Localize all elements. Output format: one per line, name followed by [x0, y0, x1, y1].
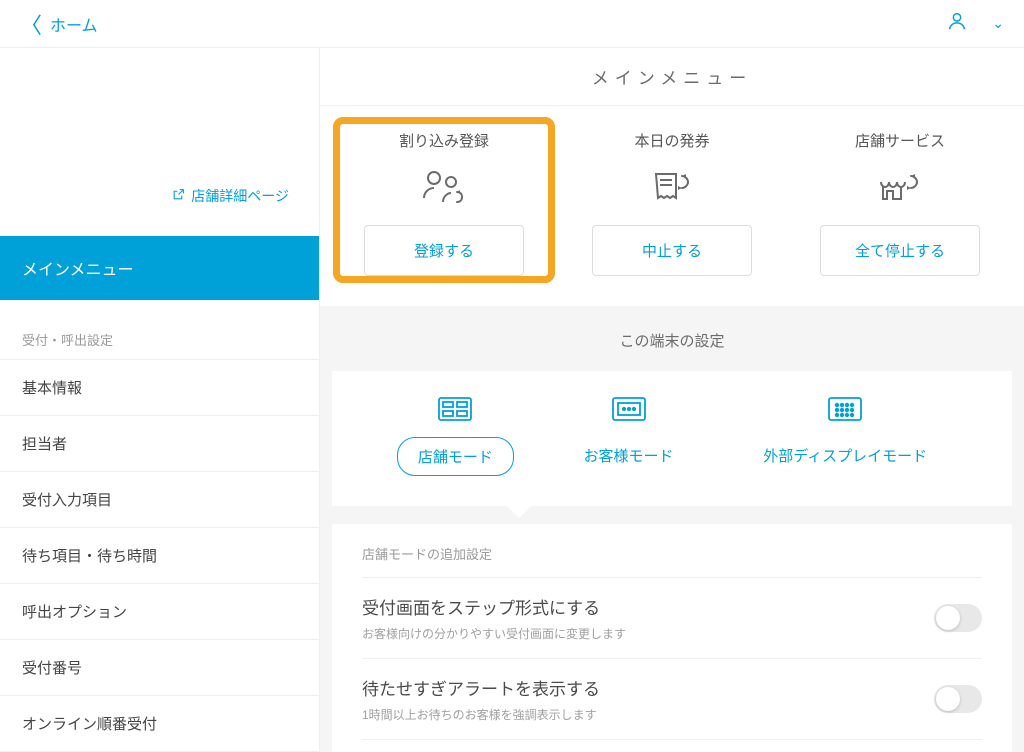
tab-indicator-arrow — [507, 506, 531, 518]
setting-row: 受付画面をステップ形式にする お客様向けの分かりやすい受付画面に変更します — [362, 577, 982, 658]
setting-desc: 1時間以上お待ちのお客様を強調表示します — [362, 706, 600, 723]
store-detail-link[interactable]: 店舗詳細ページ — [172, 186, 289, 206]
stop-all-button[interactable]: 全て停止する — [820, 225, 980, 276]
card-today-ticket: 本日の発券 中止する — [568, 124, 776, 276]
setting-title: 受付画面をステップ形式にする — [362, 594, 626, 619]
sidebar-active-item[interactable]: メインメニュー — [0, 236, 319, 300]
tab-label: 外部ディスプレイモード — [743, 437, 947, 474]
sidebar-item[interactable]: 担当者 — [0, 416, 319, 472]
tab-label: 店舗モード — [397, 437, 514, 476]
sidebar-item[interactable]: 受付番号 — [0, 640, 319, 696]
chevron-left-icon: 〈 — [20, 8, 42, 40]
action-card-row: 割り込み登録 登録する 本日の発券 — [320, 106, 1024, 306]
store-refresh-icon — [877, 161, 923, 215]
register-button[interactable]: 登録する — [364, 225, 524, 276]
customer-mode-icon — [612, 397, 646, 423]
setting-desc: お客様向けの分かりやすい受付画面に変更します — [362, 625, 626, 642]
sidebar: 店舗詳細ページ メインメニュー 受付・呼出設定 基本情報 担当者 受付入力項目 … — [0, 48, 320, 752]
sidebar-item[interactable]: 呼出オプション — [0, 584, 319, 640]
main-panel: メインメニュー 割り込み登録 登録する 本日の発券 — [320, 48, 1024, 752]
sidebar-item[interactable]: 待ち項目・待ち時間 — [0, 528, 319, 584]
chevron-down-icon[interactable]: ⌄ — [992, 15, 1004, 32]
tab-label: お客様モード — [564, 437, 694, 474]
card-store-service: 店舗サービス 全て停止する — [796, 124, 1004, 276]
stop-button[interactable]: 中止する — [592, 225, 752, 276]
external-display-icon — [828, 397, 862, 423]
back-button[interactable]: 〈 ホーム — [20, 8, 98, 40]
receipt-refresh-icon — [650, 161, 694, 215]
header-right: ⌄ — [946, 10, 1004, 37]
tab-external-display-mode[interactable]: 外部ディスプレイモード — [743, 397, 947, 476]
tab-customer-mode[interactable]: お客様モード — [564, 397, 694, 476]
device-settings-title: この端末の設定 — [320, 330, 1024, 371]
back-label: ホーム — [50, 12, 98, 36]
main-title: メインメニュー — [320, 48, 1024, 106]
card-title: 本日の発券 — [634, 130, 709, 151]
user-icon[interactable] — [946, 10, 968, 37]
store-mode-icon — [438, 397, 472, 423]
setting-title: 待たせすぎアラートを表示する — [362, 675, 600, 700]
store-mode-settings: 店舗モードの追加設定 受付画面をステップ形式にする お客様向けの分かりやすい受付… — [332, 524, 1012, 752]
app-header: 〈 ホーム ⌄ — [0, 0, 1024, 48]
external-link-icon — [172, 188, 185, 204]
settings-header: 店舗モードの追加設定 — [362, 544, 982, 577]
toggle[interactable] — [934, 604, 982, 632]
mode-tabs: 店舗モード お客様モード — [332, 371, 1012, 506]
store-detail-label: 店舗詳細ページ — [191, 186, 289, 206]
card-title: 店舗サービス — [855, 130, 945, 151]
sidebar-item[interactable]: 受付入力項目 — [0, 472, 319, 528]
sidebar-section-label: 受付・呼出設定 — [0, 300, 319, 360]
toggle[interactable] — [934, 685, 982, 713]
tab-store-mode[interactable]: 店舗モード — [397, 397, 514, 476]
setting-row: 待たせすぎアラートを表示する 1時間以上お待ちのお客様を強調表示します — [362, 658, 982, 739]
sidebar-item[interactable]: 基本情報 — [0, 360, 319, 416]
sidebar-item[interactable]: オンライン順番受付 — [0, 696, 319, 752]
setting-row: 新たな受付を通知する 新規の受付を検知して音とメッセージで通知します — [362, 739, 982, 752]
people-swap-icon — [421, 161, 467, 215]
card-title: 割り込み登録 — [399, 130, 489, 151]
card-interrupt-register: 割り込み登録 登録する — [340, 124, 548, 276]
